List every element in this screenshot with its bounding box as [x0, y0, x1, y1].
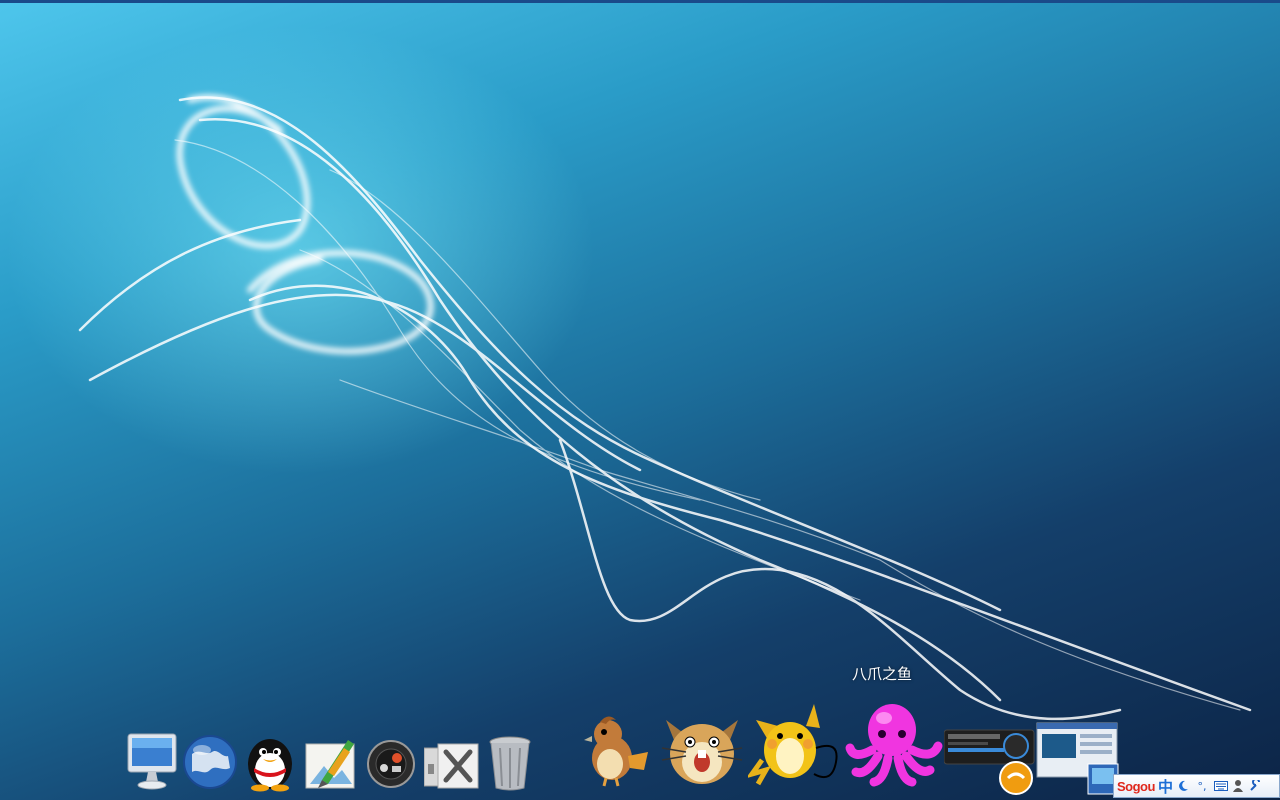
globe-browser-icon[interactable]	[182, 734, 238, 790]
ime-punctuation[interactable]: °,	[1193, 778, 1211, 794]
imac-computer-icon[interactable]	[126, 732, 178, 792]
trash-icon[interactable]	[486, 736, 534, 792]
ime-language-mode[interactable]: 中	[1158, 776, 1173, 797]
moon-icon[interactable]	[1176, 778, 1190, 794]
desktop-window-thumbnail[interactable]	[1036, 722, 1120, 796]
picture-editor-icon[interactable]	[304, 736, 358, 792]
octopus-icon[interactable]	[844, 700, 944, 788]
media-player-icon[interactable]	[366, 738, 416, 790]
sogou-ime-toolbar[interactable]: Sogou 中 °,	[1113, 774, 1280, 798]
user-icon[interactable]	[1231, 778, 1245, 794]
dock	[120, 700, 1120, 800]
wallpaper-light-streaks	[78, 94, 1252, 721]
raticate-icon[interactable]	[656, 706, 748, 790]
desktop: 八爪之鱼 Sogou 中 °,	[0, 0, 1280, 800]
pidgey-icon[interactable]	[578, 712, 654, 788]
window-top-edge	[0, 0, 1280, 3]
ime-logo: Sogou	[1117, 778, 1155, 794]
music-player-window-thumbnail[interactable]	[944, 726, 1038, 796]
system-tools-icon[interactable]	[424, 742, 480, 790]
raichu-icon[interactable]	[748, 700, 842, 786]
wrench-icon[interactable]	[1248, 778, 1262, 794]
qq-penguin-icon[interactable]	[242, 732, 298, 792]
keyboard-icon[interactable]	[1213, 778, 1228, 794]
dock-tooltip: 八爪之鱼	[852, 665, 913, 683]
